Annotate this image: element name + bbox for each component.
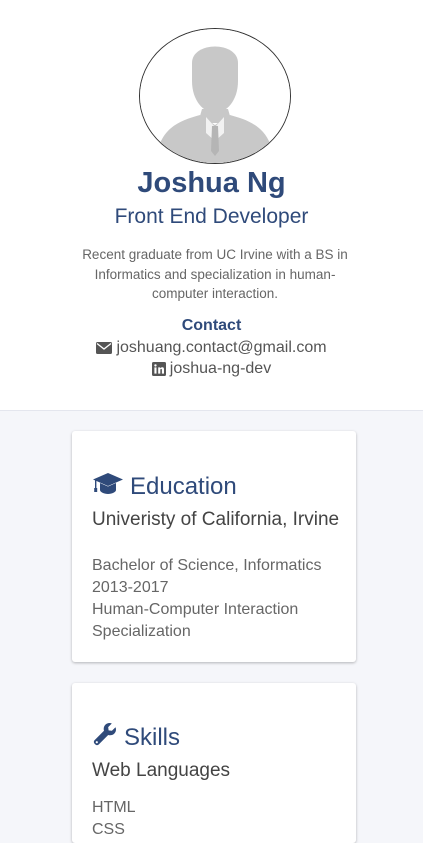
profile-title: Front End Developer <box>114 205 309 228</box>
graduation-cap-icon <box>92 471 124 503</box>
person-silhouette-icon <box>140 29 290 163</box>
school-name: Univeristy of California, Irvine <box>92 509 340 530</box>
profile-summary: Recent graduate from UC Irvine with a BS… <box>82 247 348 301</box>
list-item: CSS <box>92 821 125 838</box>
contact-heading: Contact <box>181 317 242 334</box>
list-item: HTML <box>92 799 136 816</box>
degree: Bachelor of Science, Informatics <box>92 557 322 574</box>
linkedin-contact[interactable]: joshua-ng-dev <box>0 358 423 379</box>
profile-header: Joshua Ng Front End Developer Recent gra… <box>0 0 423 411</box>
skills-heading: Skills <box>92 721 180 755</box>
email-contact[interactable]: joshuang.contact@gmail.com <box>0 337 423 358</box>
skills-card: Skills Web Languages HTML CSS <box>72 683 356 843</box>
wrench-icon <box>92 721 118 755</box>
education-details: Bachelor of Science, Informatics 2013-20… <box>92 555 340 643</box>
skill-group-title: Web Languages <box>92 760 231 781</box>
skill-list: HTML CSS <box>92 797 340 841</box>
specialization: Human-Computer Interaction Specializatio… <box>92 601 299 640</box>
years: 2013-2017 <box>92 579 169 596</box>
email-link[interactable]: joshuang.contact@gmail.com <box>116 337 326 358</box>
education-heading-label: Education <box>130 473 237 500</box>
linkedin-icon <box>151 361 166 376</box>
avatar <box>139 28 291 164</box>
education-heading: Education <box>92 471 237 503</box>
linkedin-link[interactable]: joshua-ng-dev <box>170 358 271 379</box>
education-card: Education Univeristy of California, Irvi… <box>72 431 356 662</box>
skills-heading-label: Skills <box>124 724 181 751</box>
profile-name: Joshua Ng <box>137 167 286 199</box>
envelope-icon <box>96 341 113 354</box>
